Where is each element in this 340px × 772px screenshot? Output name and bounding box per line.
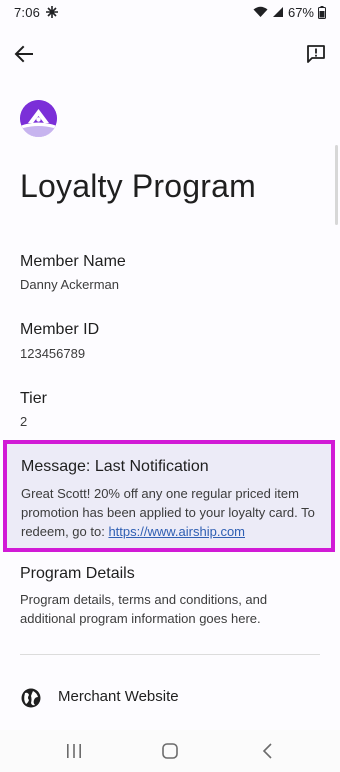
merchant-website-label: Merchant Website [58, 688, 179, 705]
house-logo-icon [20, 100, 57, 137]
message-title: Message: Last Notification [21, 458, 209, 475]
member-name-label: Member Name [20, 253, 126, 270]
home-icon [162, 743, 178, 759]
member-name-value: Danny Ackerman [20, 277, 119, 292]
feedback-icon [307, 45, 325, 63]
feedback-button[interactable] [302, 40, 330, 68]
member-id-value: 123456789 [20, 346, 86, 361]
recents-icon [67, 744, 81, 758]
page-title: Loyalty Program [20, 168, 256, 204]
tier-label: Tier [20, 390, 47, 407]
grid-icon [46, 6, 59, 18]
recents-button[interactable] [64, 742, 84, 760]
divider [20, 654, 320, 655]
status-bar: 7:06 67% [0, 0, 340, 24]
system-back-button[interactable] [259, 742, 277, 760]
arrow-back-icon [14, 45, 33, 63]
back-icon [262, 743, 272, 759]
status-left: 7:06 [14, 4, 59, 20]
tier-value: 2 [20, 414, 28, 429]
wifi-icon [253, 6, 268, 18]
member-id-label: Member ID [20, 321, 100, 338]
message-body: Great Scott! 20% off any one regular pri… [21, 484, 331, 541]
status-right: 67% [253, 5, 326, 20]
back-button[interactable] [10, 40, 38, 68]
program-details-title: Program Details [20, 565, 135, 582]
message-card: Message: Last Notification Great Scott! … [3, 440, 335, 552]
app-bar [0, 34, 340, 74]
status-time: 7:06 [14, 4, 41, 20]
system-nav-bar [0, 730, 340, 772]
scrollbar-thumb[interactable] [335, 145, 338, 225]
signal-icon [272, 6, 284, 18]
home-button[interactable] [161, 742, 179, 760]
battery-percent: 67% [287, 4, 314, 20]
globe-icon [20, 687, 42, 709]
message-link[interactable]: https://www.airship.com [108, 524, 245, 539]
merchant-logo [20, 100, 57, 137]
program-details-body: Program details, terms and conditions, a… [20, 592, 268, 626]
battery-icon [318, 5, 326, 19]
merchant-website-row[interactable]: Merchant Website [0, 680, 340, 716]
loyalty-pass-screen: 7:06 67% Loyalty Program Member Name Dan… [0, 0, 340, 772]
